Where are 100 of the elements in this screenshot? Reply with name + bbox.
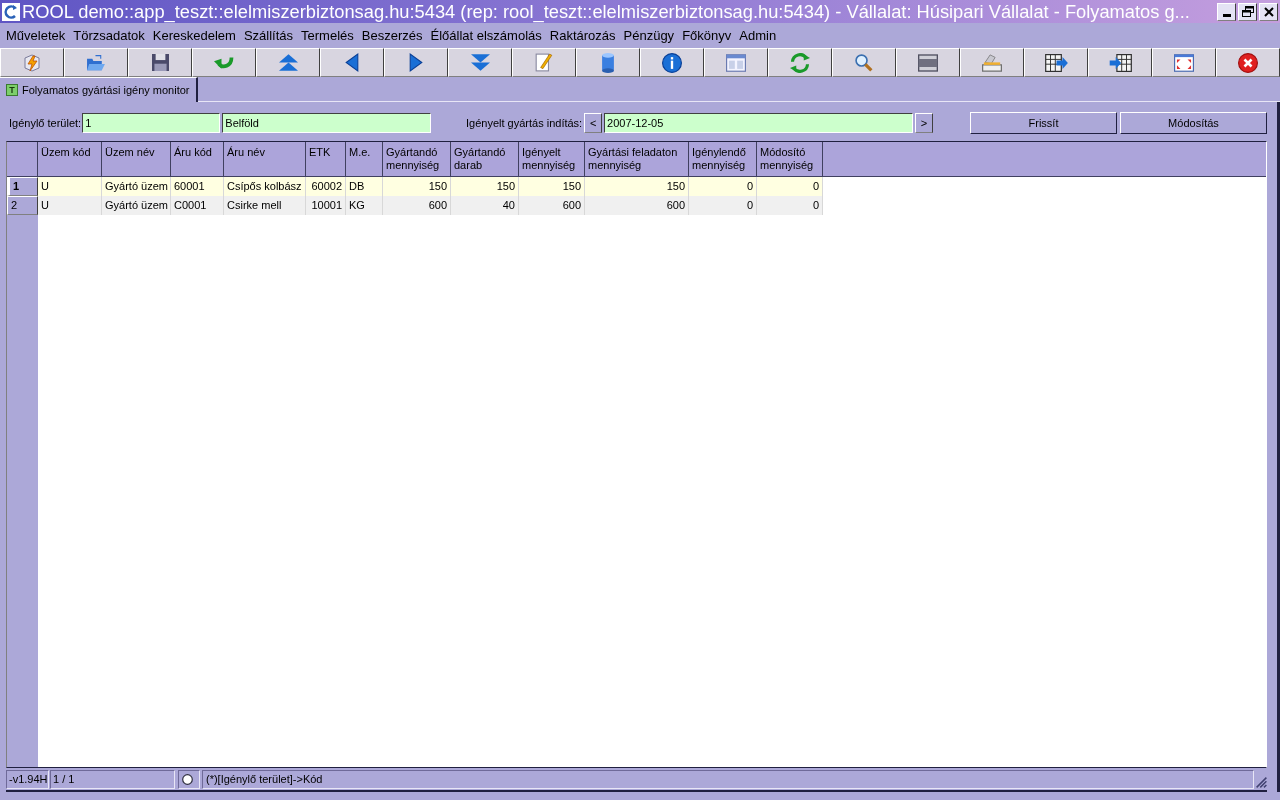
- table-cell: KG: [346, 196, 383, 215]
- table-cell: 0: [689, 196, 757, 215]
- field-label: Igényelt gyártás indítás:: [466, 115, 583, 131]
- fullscreen-icon: [1174, 52, 1194, 73]
- double-down-arrow-icon: [470, 54, 490, 71]
- table-cell: 10001: [306, 196, 346, 215]
- menu-item[interactable]: Raktározás: [545, 27, 620, 45]
- field-label: Igénylő terület:: [9, 115, 82, 131]
- table-row[interactable]: U Gyártó üzem 60001 Csípős kolbász 60002 DB 150 150 150 150 0 0: [38, 177, 823, 196]
- menu-item[interactable]: Beszerzés: [357, 27, 427, 45]
- search-icon: [855, 53, 873, 72]
- menu-item[interactable]: Termelés: [297, 27, 358, 45]
- menu-item[interactable]: Törzsadatok: [69, 27, 149, 45]
- menu-item[interactable]: Szállítás: [239, 27, 298, 45]
- menu-item[interactable]: Kereskedelem: [148, 27, 240, 45]
- table-cell: Csirke mell: [224, 196, 306, 215]
- database-icon: [602, 52, 614, 73]
- tab[interactable]: T Folyamatos gyártási igény monitor: [0, 77, 198, 102]
- refresh-button[interactable]: [768, 48, 832, 77]
- next-date-button[interactable]: >: [915, 113, 933, 133]
- row-bars-icon: [918, 52, 938, 73]
- next-record-button[interactable]: [384, 48, 448, 77]
- tray-button[interactable]: [960, 48, 1024, 77]
- resize-grip-icon[interactable]: [1256, 777, 1267, 788]
- menu-item[interactable]: Főkönyv: [678, 27, 736, 45]
- restore-icon: [1241, 6, 1254, 17]
- left-triangle-icon: [345, 53, 359, 72]
- search-button[interactable]: [832, 48, 896, 77]
- area-code-field[interactable]: 1: [82, 113, 221, 133]
- minimize-button[interactable]: [1217, 2, 1236, 21]
- table-cell: 600: [585, 196, 689, 215]
- last-record-button[interactable]: [448, 48, 512, 77]
- column-header[interactable]: M.e.: [346, 142, 383, 176]
- edit-button[interactable]: [512, 48, 576, 77]
- area-name-field[interactable]: Belföld: [222, 113, 431, 133]
- table-cell: U: [38, 196, 102, 215]
- form-view-button[interactable]: [704, 48, 768, 77]
- info-button[interactable]: [640, 48, 704, 77]
- fullscreen-button[interactable]: [1152, 48, 1216, 77]
- column-header[interactable]: Igénylendő mennyiség: [689, 142, 757, 176]
- tab-icon: T: [6, 84, 18, 96]
- column-header[interactable]: Gyártási feladaton mennyiség: [585, 142, 689, 176]
- window-close-button[interactable]: [1259, 2, 1278, 21]
- table-cell: 600: [383, 196, 451, 215]
- table-cell: 40: [451, 196, 519, 215]
- table-cell: Gyártó üzem: [102, 196, 171, 215]
- column-header[interactable]: Áru név: [224, 142, 306, 176]
- column-header[interactable]: Igényelt mennyiség: [519, 142, 585, 176]
- lightning-icon: [22, 52, 42, 73]
- pencil-note-icon: [535, 53, 553, 72]
- refresh-icon: [790, 52, 810, 73]
- window-title: ROOL demo::app_teszt::elelmiszerbiztonsag.hu:5434 (rep: rool_teszt::elelmiszerbiztonsag.hu:5434) - Vállalat: Húsipari Vállalat - Folyamatos g...: [22, 0, 1190, 23]
- column-header[interactable]: Módosító mennyiség: [757, 142, 823, 176]
- row-number[interactable]: 2: [7, 196, 38, 215]
- save-button[interactable]: [128, 48, 192, 77]
- export-table-button[interactable]: [1024, 48, 1088, 77]
- table-cell: C0001: [171, 196, 224, 215]
- import-table-button[interactable]: [1088, 48, 1152, 77]
- restore-button[interactable]: [1238, 2, 1257, 21]
- double-up-arrow-icon: [278, 54, 298, 71]
- column-header[interactable]: ETK: [306, 142, 346, 176]
- version-label: -v1.94H: [6, 770, 49, 789]
- table-cell: 0: [757, 196, 823, 215]
- open-folder-icon: [86, 52, 106, 73]
- lightning-button[interactable]: [0, 48, 64, 77]
- column-header[interactable]: Üzem név: [102, 142, 171, 176]
- previous-record-button[interactable]: [320, 48, 384, 77]
- info-icon: [662, 52, 682, 73]
- column-header[interactable]: Gyártandó darab: [451, 142, 519, 176]
- paper-tray-icon: [982, 52, 1002, 73]
- rows-button[interactable]: [896, 48, 960, 77]
- action-button[interactable]: Frissít: [970, 112, 1117, 134]
- menu-item[interactable]: Admin: [735, 27, 781, 45]
- close-icon: [1263, 6, 1274, 17]
- table-arrow-right-icon: [1044, 53, 1068, 72]
- open-button[interactable]: [64, 48, 128, 77]
- column-header[interactable]: Áru kód: [171, 142, 224, 176]
- minimize-icon: [1222, 13, 1231, 17]
- column-header[interactable]: Gyártandó mennyiség: [383, 142, 451, 176]
- menu-item[interactable]: Élőállat elszámolás: [426, 27, 546, 45]
- start-date-field[interactable]: 2007-12-05: [604, 113, 914, 133]
- first-record-button[interactable]: [256, 48, 320, 77]
- column-header[interactable]: Üzem kód: [38, 142, 102, 176]
- menu-item[interactable]: Műveletek: [2, 27, 70, 45]
- action-button[interactable]: Módosítás: [1120, 112, 1267, 134]
- arrow-into-table-icon: [1108, 53, 1132, 72]
- table-cell: 600: [519, 196, 585, 215]
- close-circle-icon: [1238, 52, 1258, 73]
- undo-button[interactable]: [192, 48, 256, 77]
- record-counter: 1 / 1: [50, 770, 175, 789]
- close-button[interactable]: [1216, 48, 1280, 77]
- table-row[interactable]: U Gyártó üzem C0001 Csirke mell 10001 KG 600 40 600 600 0 0: [38, 196, 823, 215]
- database-button[interactable]: [576, 48, 640, 77]
- app-logo-icon: [2, 2, 20, 21]
- status-circle-icon: [182, 774, 193, 785]
- previous-date-button[interactable]: <: [584, 113, 603, 133]
- menu-item[interactable]: Pénzügy: [619, 27, 679, 45]
- form-window-icon: [726, 52, 746, 73]
- status-message: (*)[Igénylő terület]->Kód: [202, 770, 1254, 789]
- right-triangle-icon: [409, 53, 423, 72]
